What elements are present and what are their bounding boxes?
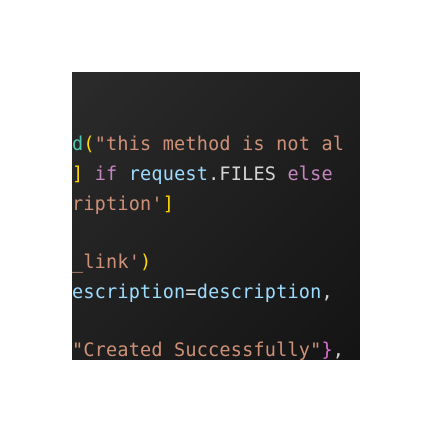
code-line: escription=description, bbox=[72, 282, 333, 303]
code-line: d("this method is not al bbox=[72, 134, 345, 155]
string-literal: ription' bbox=[72, 194, 163, 215]
code-editor[interactable]: d("this method is not al ] if request.FI… bbox=[72, 72, 360, 360]
code-line: "Created Successfully"}, bbox=[72, 340, 345, 360]
attribute-files: .FILES bbox=[208, 164, 277, 185]
close-paren: ) bbox=[140, 252, 152, 273]
variable-request: request bbox=[128, 164, 209, 185]
keyword-if: if bbox=[94, 164, 118, 185]
keyword-argument: escription bbox=[72, 282, 186, 303]
keyword-else: else bbox=[287, 164, 333, 185]
string-literal: "this method is not al bbox=[94, 134, 345, 155]
open-paren: ( bbox=[83, 134, 95, 155]
code-line: ription'] bbox=[72, 194, 175, 215]
bracket: ] bbox=[162, 194, 175, 215]
comma: , bbox=[332, 340, 345, 360]
bracket: ] bbox=[72, 164, 84, 185]
code-line: ] if request.FILES else bbox=[72, 164, 333, 185]
close-brace: } bbox=[321, 340, 333, 360]
variable-description: description bbox=[196, 282, 322, 303]
comma: , bbox=[321, 282, 333, 303]
function-name: d bbox=[72, 134, 84, 155]
string-literal: _link' bbox=[72, 252, 141, 273]
code-line: _link') bbox=[72, 252, 152, 273]
equals-sign: = bbox=[185, 282, 197, 303]
string-literal: "Created Successfully" bbox=[72, 340, 322, 360]
